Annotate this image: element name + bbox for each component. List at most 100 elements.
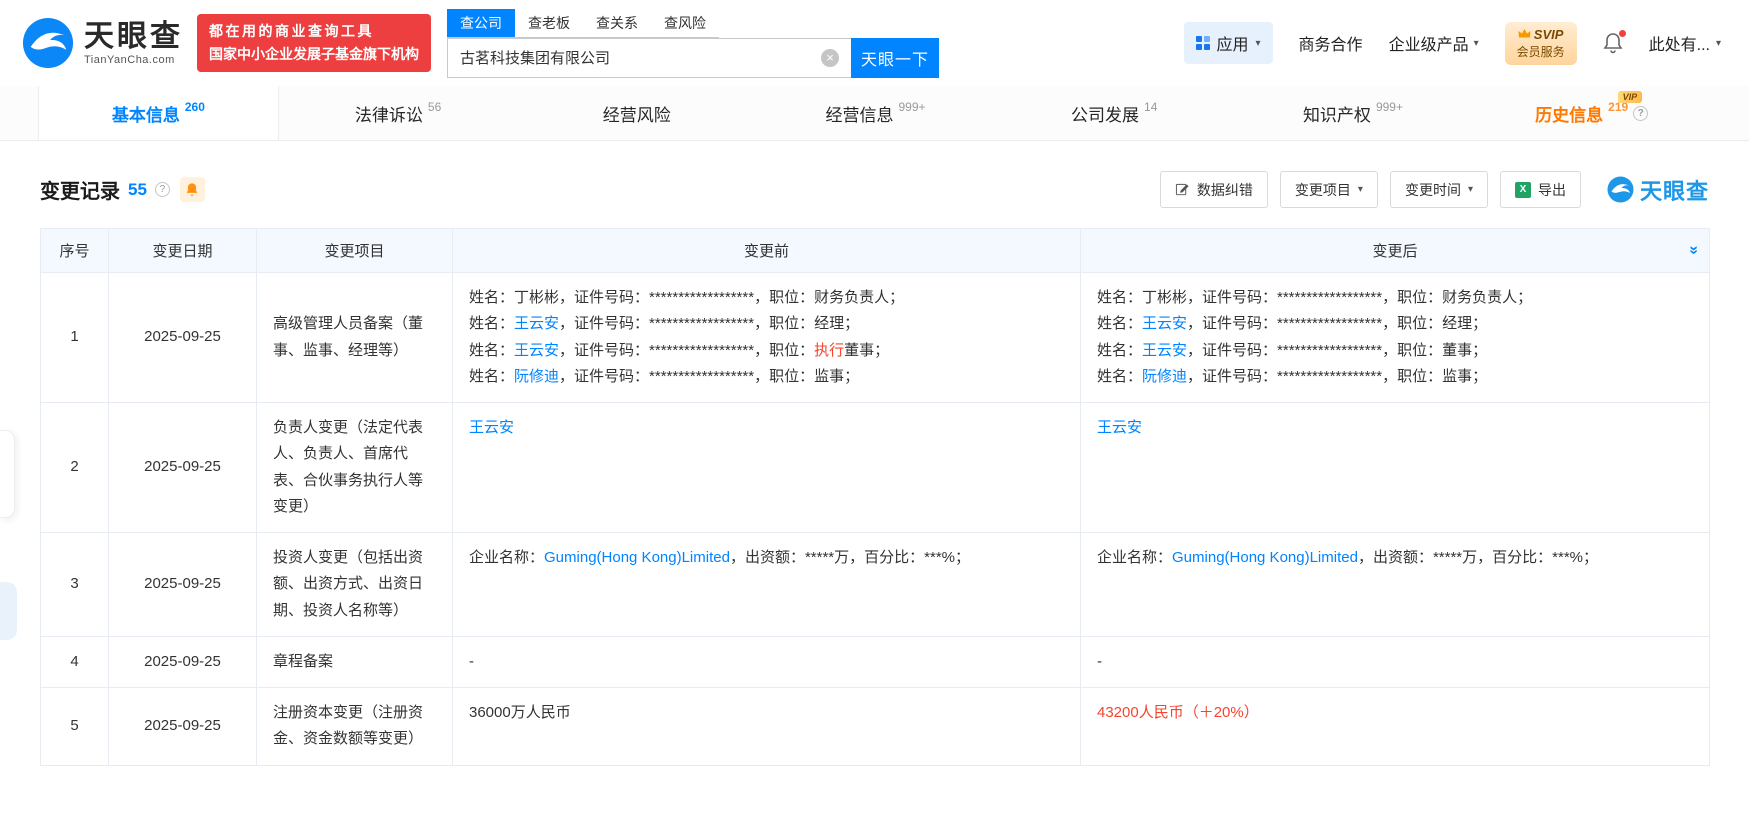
entity-link[interactable]: 王云安	[469, 419, 514, 436]
edit-document-icon	[1175, 183, 1189, 196]
apps-menu[interactable]: 应用 ▾	[1183, 22, 1273, 64]
tianyancha-watermark-icon	[1607, 176, 1634, 203]
search-input[interactable]	[448, 49, 851, 66]
subscribe-bell-button[interactable]	[179, 177, 205, 202]
side-widget-top[interactable]	[0, 430, 15, 518]
search-button[interactable]: 天眼一下	[851, 37, 939, 78]
logo-name: 天眼查	[84, 19, 183, 53]
filter-change-time-label: 变更时间	[1404, 181, 1461, 198]
entity-link[interactable]: 阮修迪	[514, 368, 559, 385]
tab-count: 260	[184, 100, 205, 114]
nav-enterprise-products[interactable]: 企业级产品 ▾	[1389, 31, 1479, 55]
tianyancha-logo[interactable]: 天眼查 TianYanCha.com	[22, 17, 183, 69]
cell-after: 43200人民币（＋20%）	[1080, 687, 1710, 766]
cell-date: 2025-09-25	[108, 635, 257, 689]
table-toolbar: 数据纠错 变更项目 ▾ 变更时间 ▾ X 导出 天眼查	[1159, 171, 1709, 208]
info-icon[interactable]: ?	[1633, 105, 1649, 121]
slogan-line2: 国家中小企业发展子基金旗下机构	[209, 46, 419, 62]
search-tabs: 查公司 查老板 查关系 查风险	[447, 8, 719, 38]
entity-link[interactable]: Guming(Hong Kong)Limited	[1172, 549, 1358, 566]
tab-label: 经营信息	[825, 105, 894, 125]
help-icon[interactable]: ?	[154, 182, 170, 197]
slogan-line1: 都在用的商业查询工具	[209, 22, 374, 39]
cell-item: 章程备案	[256, 635, 453, 689]
tab-label: 基本信息	[111, 105, 180, 125]
notification-bell[interactable]	[1603, 30, 1626, 54]
cell-text: 姓名：	[469, 367, 515, 385]
data-correction-button[interactable]: 数据纠错	[1159, 171, 1268, 208]
entity-link[interactable]: 王云安	[514, 315, 559, 332]
cell-text: ，证件号码：******************，职位：监事；	[1187, 367, 1488, 385]
tab-history-info[interactable]: 历史信息 219? VIP	[1472, 86, 1711, 140]
search-tab-3[interactable]: 查关系	[583, 9, 651, 37]
tab-label: 法律诉讼	[354, 105, 423, 125]
cell-text: ，出资额：*****万，百分比：***%；	[729, 549, 970, 566]
cell-date: 2025-09-25	[108, 532, 257, 637]
entity-link[interactable]: 王云安	[1142, 315, 1187, 332]
apps-grid-icon	[1195, 36, 1210, 50]
watermark-logo: 天眼查	[1607, 174, 1709, 206]
top-header: 天眼查 TianYanCha.com 都在用的商业查询工具 国家中小企业发展子基…	[0, 0, 1749, 86]
tab-company-development[interactable]: 公司发展 14	[995, 86, 1234, 140]
cell-before: 王云安	[452, 402, 1081, 533]
clear-icon[interactable]: ×	[821, 48, 839, 67]
tab-count: 999+	[1375, 100, 1403, 114]
cell-text: 企业名称：	[469, 549, 545, 566]
search-tab-4[interactable]: 查风险	[651, 9, 719, 37]
search-tab-2[interactable]: 查老板	[515, 9, 583, 37]
tab-count: 14	[1144, 100, 1158, 114]
col-after: 变更后 »	[1080, 228, 1710, 273]
cell-date: 2025-09-25	[108, 402, 257, 533]
collapse-icon[interactable]: »	[1685, 245, 1703, 254]
search-block: 查公司查老板查关系查风险 × 天眼一下	[447, 8, 939, 78]
cell-seq: 5	[40, 687, 109, 766]
table-row: 1 2025-09-25 高级管理人员备案（董事、监事、经理等） 姓名：丁彬彬，证件号…	[40, 272, 1710, 403]
tab-operation-info[interactable]: 经营信息 999+	[756, 86, 995, 140]
entity-link[interactable]: 王云安	[1097, 419, 1142, 436]
excel-icon: X	[1514, 181, 1531, 198]
col-item: 变更项目	[256, 228, 453, 273]
cell-text: 姓名：	[469, 315, 515, 333]
table-row: 4 2025-09-25 章程备案 - -	[40, 635, 1710, 689]
slogan-badge: 都在用的商业查询工具 国家中小企业发展子基金旗下机构	[197, 13, 431, 73]
cell-after: -	[1080, 635, 1710, 689]
cell-text: 企业名称：	[1097, 549, 1173, 566]
cell-text: -	[469, 652, 474, 670]
chevron-down-icon: ▾	[1473, 37, 1479, 49]
entity-link[interactable]: 阮修迪	[1142, 368, 1187, 385]
user-menu[interactable]: 此处有... ▾	[1649, 31, 1721, 55]
cell-seq: 2	[40, 402, 109, 533]
entity-link[interactable]: 王云安	[1142, 342, 1187, 359]
alarm-bell-icon	[186, 183, 198, 196]
cell-text: ，证件号码：******************，职位：董事；	[1187, 341, 1488, 359]
main-content: 变更记录 55 ? 数据纠错 变更项目 ▾ 变更时间 ▾ X 导出 天眼查 序号…	[0, 171, 1749, 766]
filter-change-time-button[interactable]: 变更时间 ▾	[1389, 171, 1488, 208]
export-button[interactable]: X 导出	[1499, 171, 1581, 208]
cell-text: ，证件号码：******************，职位：经理；	[1187, 315, 1488, 333]
cell-before: -	[452, 635, 1081, 689]
cell-before: 企业名称：Guming(Hong Kong)Limited，出资额：*****万…	[452, 532, 1081, 637]
col-after-label: 变更后	[1372, 243, 1418, 260]
tab-operation-risk[interactable]: 经营风险	[517, 86, 756, 140]
table-body: 1 2025-09-25 高级管理人员备案（董事、监事、经理等） 姓名：丁彬彬，证件号…	[40, 272, 1710, 766]
entity-link[interactable]: Guming(Hong Kong)Limited	[544, 549, 730, 566]
cell-text: ，证件号码：******************，职位：经理；	[559, 315, 860, 333]
col-before: 变更前	[452, 228, 1081, 273]
tab-basic-info[interactable]: 基本信息 260	[38, 86, 279, 140]
user-name: 此处有...	[1648, 37, 1710, 54]
svip-badge[interactable]: SVIP 会员服务	[1504, 21, 1577, 65]
watermark-text: 天眼查	[1639, 178, 1709, 204]
search-tab-1[interactable]: 查公司	[447, 8, 515, 37]
side-widget-bottom[interactable]	[0, 582, 17, 640]
filter-change-item-button[interactable]: 变更项目 ▾	[1279, 171, 1378, 208]
tab-intellectual-property[interactable]: 知识产权 999+	[1234, 86, 1473, 140]
nav-business-cooperation[interactable]: 商务合作	[1299, 31, 1363, 55]
tab-legal-litigation[interactable]: 法律诉讼 56	[279, 86, 518, 140]
cell-text: ，出资额：*****万，百分比：***%；	[1357, 549, 1598, 566]
table-row: 5 2025-09-25 注册资本变更（注册资金、资金数额等变更） 36000万人民币…	[40, 687, 1710, 766]
notification-dot	[1618, 30, 1626, 37]
cell-date: 2025-09-25	[108, 687, 257, 766]
cell-text: ，证件号码：******************，职位：监事；	[559, 367, 860, 385]
entity-link[interactable]: 王云安	[514, 342, 559, 359]
tab-label: 经营风险	[602, 105, 671, 125]
